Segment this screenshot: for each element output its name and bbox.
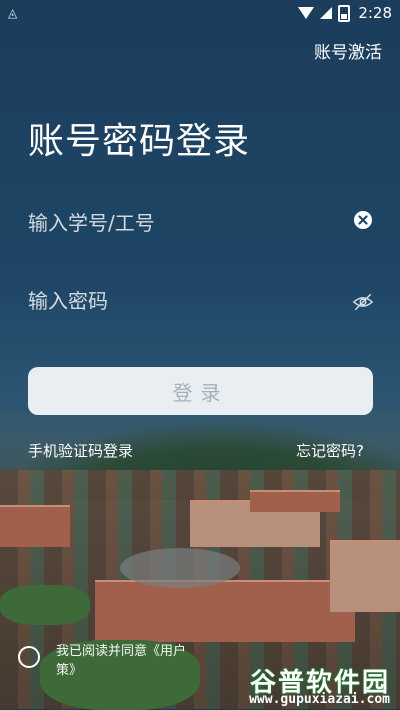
login-button[interactable]: 登录 [28,367,373,415]
background-building [330,540,400,612]
wifi-icon [298,7,315,19]
activate-account-link[interactable]: 账号激活 [314,38,382,63]
signal-icon [320,7,333,19]
status-bar: ◬ 2:28 [0,0,400,28]
student-id-field [28,205,374,245]
password-field [28,283,374,323]
clear-icon[interactable] [352,209,374,231]
background-building [0,505,70,547]
background-building [250,490,340,512]
notification-icon: ◬ [8,6,18,20]
eye-hidden-icon[interactable] [352,291,374,313]
status-time: 2:28 [358,4,392,22]
watermark-logo: 谷普软件园 www.gupuxiazai.com [194,662,394,708]
background-trees [0,585,90,625]
page-title: 账号密码登录 [28,121,251,162]
student-id-input[interactable] [28,205,328,241]
battery-icon [338,4,351,22]
privacy-policy-link[interactable]: 策》 [56,663,82,678]
watermark-url: www.gupuxiazai.com [249,692,390,707]
password-input[interactable] [28,283,328,319]
sms-login-link[interactable]: 手机验证码登录 [28,440,133,461]
background-plaza [120,548,240,588]
agreement-prefix: 我已阅读并同意《用户 [56,644,187,659]
forgot-password-link[interactable]: 忘记密码? [296,440,364,461]
background-building [95,580,355,642]
agree-radio[interactable] [18,646,40,668]
